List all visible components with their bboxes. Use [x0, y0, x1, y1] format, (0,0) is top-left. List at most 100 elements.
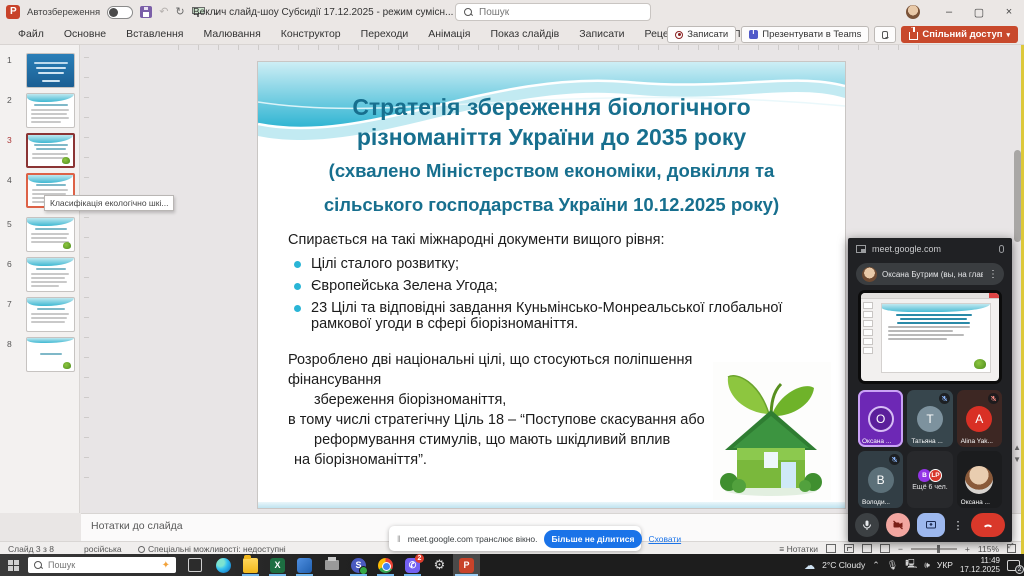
hide-toast-link[interactable]: Сховати	[648, 534, 681, 544]
search-input[interactable]	[479, 7, 629, 18]
minimize-button[interactable]: –	[934, 0, 964, 24]
slide-thumbnail[interactable]	[26, 217, 75, 252]
language-indicator[interactable]: російська	[84, 544, 122, 554]
next-slide-button[interactable]: ▼	[1013, 455, 1021, 464]
clock[interactable]: 11:49 17.12.2025	[960, 556, 1000, 574]
mic-button[interactable]	[855, 513, 879, 537]
undo-icon[interactable]: ↶	[159, 7, 168, 18]
thumbnail-row-3-selected[interactable]: 3	[0, 133, 80, 170]
screen-share-preview[interactable]	[858, 290, 1002, 384]
slide-paragraph[interactable]: Розроблено дві національні цілі, що стос…	[288, 350, 718, 470]
tab-file[interactable]: Файл	[8, 24, 54, 45]
more-controls-icon[interactable]: ⋮	[952, 513, 964, 537]
redo-icon[interactable]: ↻	[175, 7, 184, 18]
task-view-button[interactable]	[188, 558, 202, 572]
tab-draw[interactable]: Малювання	[193, 24, 270, 45]
start-button[interactable]	[0, 554, 26, 576]
slide-title[interactable]: Стратегія збереження біологічного різном…	[258, 92, 845, 220]
fit-to-window-icon[interactable]	[1007, 544, 1016, 553]
tab-slideshow[interactable]: Показ слайдів	[480, 24, 569, 45]
reading-view-icon[interactable]	[862, 544, 872, 553]
tab-transitions[interactable]: Переходи	[351, 24, 419, 45]
search-box[interactable]	[455, 3, 651, 21]
taskbar-viber[interactable]: ✆2	[399, 554, 426, 576]
taskbar-printer[interactable]	[318, 554, 345, 576]
notes-toggle[interactable]: ≡ Нотатки	[779, 544, 818, 554]
taskbar-settings[interactable]: ⚙	[426, 554, 453, 576]
zoom-out-button[interactable]: −	[898, 544, 903, 554]
volume-icon[interactable]: 🕪	[924, 560, 930, 571]
participant-tile[interactable]: А Alina Yak...	[957, 390, 1002, 447]
slide-thumbnail[interactable]	[26, 337, 75, 372]
taskbar-search[interactable]: ✦	[28, 557, 176, 573]
taskbar-chrome[interactable]	[372, 554, 399, 576]
taskbar-search-input[interactable]	[48, 560, 140, 570]
slide-thumbnail[interactable]	[26, 53, 75, 88]
slide-canvas[interactable]: Стратегія збереження біологічного різном…	[258, 62, 845, 508]
zoom-level[interactable]: 115%	[978, 544, 999, 554]
tray-mic-icon[interactable]: 🎙	[887, 560, 898, 571]
taskbar-powerpoint[interactable]: P	[453, 554, 480, 576]
taskbar-teams[interactable]: S	[345, 554, 372, 576]
slide-sorter-icon[interactable]	[844, 544, 854, 553]
slide-thumbnail[interactable]	[26, 93, 75, 128]
zoom-in-button[interactable]: +	[965, 544, 970, 554]
thumbnail-row-5[interactable]: 5	[0, 217, 80, 254]
input-language[interactable]: УКР	[937, 560, 953, 570]
tab-record[interactable]: Записати	[569, 24, 634, 45]
slide-body-text[interactable]: Спирається на такі міжнародні документи …	[288, 232, 813, 338]
thumbnail-row-8[interactable]: 8	[0, 337, 80, 374]
zoom-slider[interactable]	[911, 548, 957, 550]
slide-thumbnail-current[interactable]	[26, 133, 75, 168]
slide-thumbnail[interactable]	[26, 297, 75, 332]
taskbar-excel[interactable]: X	[264, 554, 291, 576]
normal-view-icon[interactable]	[826, 544, 836, 553]
participant-tile[interactable]: О Оксана ...	[858, 390, 903, 447]
weather-text[interactable]: 2°C Cloudy	[822, 560, 865, 570]
thumbnail-row-1[interactable]: 1	[0, 53, 80, 90]
drag-handle-icon[interactable]: ‖	[397, 534, 402, 544]
restore-button[interactable]: ▢	[964, 0, 994, 24]
end-call-button[interactable]	[971, 513, 1005, 537]
tab-insert[interactable]: Вставлення	[116, 24, 193, 45]
present-in-teams-button[interactable]: Презентувати в Teams	[741, 26, 869, 43]
previous-slide-button[interactable]: ▲	[1013, 443, 1021, 452]
taskbar-edge[interactable]	[210, 554, 237, 576]
accessibility-status[interactable]: Спеціальні можливості: недоступні	[138, 544, 286, 554]
save-icon[interactable]	[140, 6, 152, 18]
tab-design[interactable]: Конструктор	[271, 24, 351, 45]
participant-tile[interactable]: Т Татьяна ...	[907, 390, 952, 447]
tab-animations[interactable]: Анімація	[418, 24, 480, 45]
more-participants-tile[interactable]: В LP Ещё 6 чел.	[907, 451, 952, 508]
vertical-scrollbar[interactable]	[1014, 145, 1021, 345]
participant-tile[interactable]: Оксана ...	[957, 451, 1002, 508]
google-meet-window[interactable]: meet.google.com Оксана Бутрим (вы, на гл…	[848, 238, 1012, 542]
taskbar-blue-app[interactable]	[291, 554, 318, 576]
tab-home[interactable]: Основне	[54, 24, 116, 45]
slideshow-view-icon[interactable]	[880, 544, 890, 553]
scrollbar-thumb[interactable]	[1014, 150, 1021, 242]
thumbnail-row-6[interactable]: 6	[0, 257, 80, 294]
participant-tile[interactable]: В Володи...	[858, 451, 903, 508]
self-participant-pill[interactable]: Оксана Бутрим (вы, на главном э... ⋮	[856, 263, 1004, 285]
hidden-icons-chevron[interactable]: ⌃	[872, 560, 880, 571]
meet-header[interactable]: meet.google.com	[848, 238, 1012, 260]
record-button[interactable]: Записати	[667, 26, 736, 43]
share-button[interactable]: Спільний доступ ▾	[901, 26, 1018, 43]
slide-thumbnail[interactable]	[26, 257, 75, 292]
network-icon[interactable]: 🖳	[905, 557, 917, 573]
camera-off-button[interactable]	[886, 513, 910, 537]
account-avatar[interactable]	[906, 5, 920, 19]
present-screen-button[interactable]	[917, 513, 945, 537]
action-center-icon[interactable]: 2	[1007, 560, 1020, 571]
stop-sharing-button[interactable]: Більше не ділитися	[544, 530, 643, 548]
comments-button[interactable]	[874, 26, 896, 43]
autosave-toggle[interactable]	[107, 6, 133, 19]
close-button[interactable]: ×	[994, 0, 1024, 24]
taskbar-file-explorer[interactable]	[237, 554, 264, 576]
thumbnail-row-7[interactable]: 7	[0, 297, 80, 334]
zoom-slider-thumb[interactable]	[937, 545, 940, 553]
thumbnail-row-2[interactable]: 2	[0, 93, 80, 130]
window-controls: – ▢ ×	[906, 0, 1024, 24]
more-options-icon[interactable]: ⋮	[988, 269, 998, 280]
